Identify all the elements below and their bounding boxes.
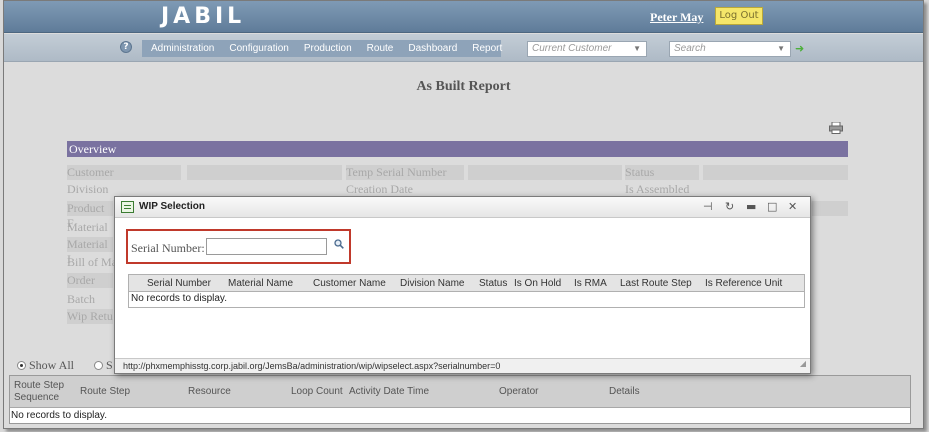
chevron-down-icon: ▼	[633, 44, 641, 53]
wip-selection-dialog: WIP Selection ⊣ ↻ ▬ □ ✕ Serial Number: S…	[114, 196, 811, 374]
overview-label-division: Division	[67, 182, 109, 196]
route-table-empty: No records to display.	[11, 410, 107, 421]
browser-page: JABIL Peter May Log Out ? Administration…	[3, 0, 924, 429]
column-division-name[interactable]: Division Name	[387, 278, 471, 289]
window-icon	[121, 201, 134, 213]
resize-grip-icon[interactable]: ◢	[800, 357, 806, 371]
dialog-title: WIP Selection	[139, 201, 205, 212]
search-icon[interactable]	[334, 239, 344, 249]
user-name-link[interactable]: Peter May	[650, 10, 703, 25]
overview-label-status: Status	[625, 165, 699, 180]
column-route-step-sequence[interactable]: Route Step Sequence	[10, 380, 69, 404]
overview-label-creation-date: Creation Date	[346, 182, 413, 196]
serial-number-input[interactable]	[206, 238, 327, 255]
chevron-down-icon: ▼	[777, 44, 785, 53]
column-material-name[interactable]: Material Name	[217, 278, 303, 289]
overview-header: Overview	[67, 141, 848, 157]
show-all-radio[interactable]	[17, 361, 26, 370]
overview-label-customer: Customer	[67, 165, 181, 180]
column-is-reference-unit[interactable]: Is Reference Unit	[705, 278, 803, 289]
serial-number-label: Serial Number:	[131, 241, 205, 255]
column-is-on-hold[interactable]: Is On Hold	[513, 278, 574, 289]
dialog-url: http://phxmemphisstg.corp.jabil.org/Jems…	[123, 361, 501, 371]
column-route-step[interactable]: Route Step	[69, 386, 178, 397]
column-details[interactable]: Details	[609, 386, 709, 397]
logout-button[interactable]: Log Out	[715, 7, 763, 25]
maximize-icon[interactable]: □	[767, 200, 777, 213]
jabil-logo: JABIL	[161, 4, 246, 29]
close-icon[interactable]: ✕	[788, 200, 797, 213]
minimize-icon[interactable]: ▬	[746, 200, 756, 213]
main-menu: Administration Configuration Production …	[142, 40, 502, 57]
column-last-route-step[interactable]: Last Route Step	[620, 278, 705, 289]
column-loop-count[interactable]: Loop Count	[287, 386, 348, 397]
overview-label-temp-serial: Temp Serial Number	[346, 165, 464, 180]
overview-label-wip-return: Wip Retu	[67, 309, 113, 324]
column-resource[interactable]: Resource	[178, 386, 287, 397]
overview-label-material: Material	[67, 220, 108, 234]
page-title: As Built Report	[416, 79, 511, 94]
help-icon[interactable]: ?	[120, 41, 132, 53]
menu-item-route[interactable]: Route	[367, 43, 394, 54]
column-activity-date-time[interactable]: Activity Date Time	[348, 386, 499, 397]
pin-icon[interactable]: ⊣	[703, 200, 713, 213]
app-header: JABIL Peter May Log Out	[4, 1, 923, 33]
show-all-label: Show All	[29, 358, 75, 372]
customer-select-value: Current Customer	[532, 43, 612, 54]
menu-item-dashboard[interactable]: Dashboard	[408, 43, 457, 54]
route-table-header: Route Step Sequence Route Step Resource …	[10, 376, 910, 408]
column-serial-number[interactable]: Serial Number	[129, 278, 217, 289]
wip-table-header: Serial Number Material Name Customer Nam…	[129, 275, 804, 292]
search-select[interactable]: Search ▼	[669, 41, 791, 57]
search-select-value: Search	[674, 43, 706, 54]
overview-value-temp-serial	[468, 165, 622, 180]
dialog-titlebar[interactable]: WIP Selection ⊣ ↻ ▬ □ ✕	[115, 197, 810, 218]
customer-select[interactable]: Current Customer ▼	[527, 41, 647, 57]
print-icon[interactable]	[829, 122, 843, 134]
menu-item-report[interactable]: Report	[472, 43, 502, 54]
overview-label-bom: Bill of Ma	[67, 255, 117, 269]
column-status[interactable]: Status	[471, 278, 513, 289]
filter-options: Show All S	[17, 358, 113, 373]
menu-item-administration[interactable]: Administration	[151, 43, 214, 54]
menu-item-production[interactable]: Production	[304, 43, 352, 54]
go-arrow-icon[interactable]: ➜	[795, 42, 804, 55]
serial-number-highlight: Serial Number:	[126, 229, 351, 264]
route-step-table: Route Step Sequence Route Step Resource …	[9, 375, 911, 424]
overview-value-customer	[187, 165, 342, 180]
second-filter-label: S	[106, 358, 113, 372]
overview-label-batch: Batch	[67, 292, 95, 306]
column-operator[interactable]: Operator	[499, 386, 609, 397]
second-filter-radio[interactable]	[94, 361, 104, 370]
overview-row-shade	[812, 201, 848, 216]
overview-label-order: Order	[67, 273, 113, 288]
overview-label-product: Product F	[67, 201, 113, 230]
refresh-icon[interactable]: ↻	[725, 200, 734, 213]
menu-item-configuration[interactable]: Configuration	[229, 43, 288, 54]
overview-value-status	[703, 165, 848, 180]
column-is-rma[interactable]: Is RMA	[574, 278, 620, 289]
overview-label-material-desc: Material I	[67, 237, 113, 266]
overview-label-is-assembled: Is Assembled	[625, 182, 690, 196]
dialog-status-bar: http://phxmemphisstg.corp.jabil.org/Jems…	[115, 358, 810, 373]
wip-results-table: Serial Number Material Name Customer Nam…	[128, 274, 805, 308]
wip-table-empty: No records to display.	[131, 293, 227, 304]
column-customer-name[interactable]: Customer Name	[303, 278, 387, 289]
nav-bar: ? Administration Configuration Productio…	[4, 34, 923, 62]
